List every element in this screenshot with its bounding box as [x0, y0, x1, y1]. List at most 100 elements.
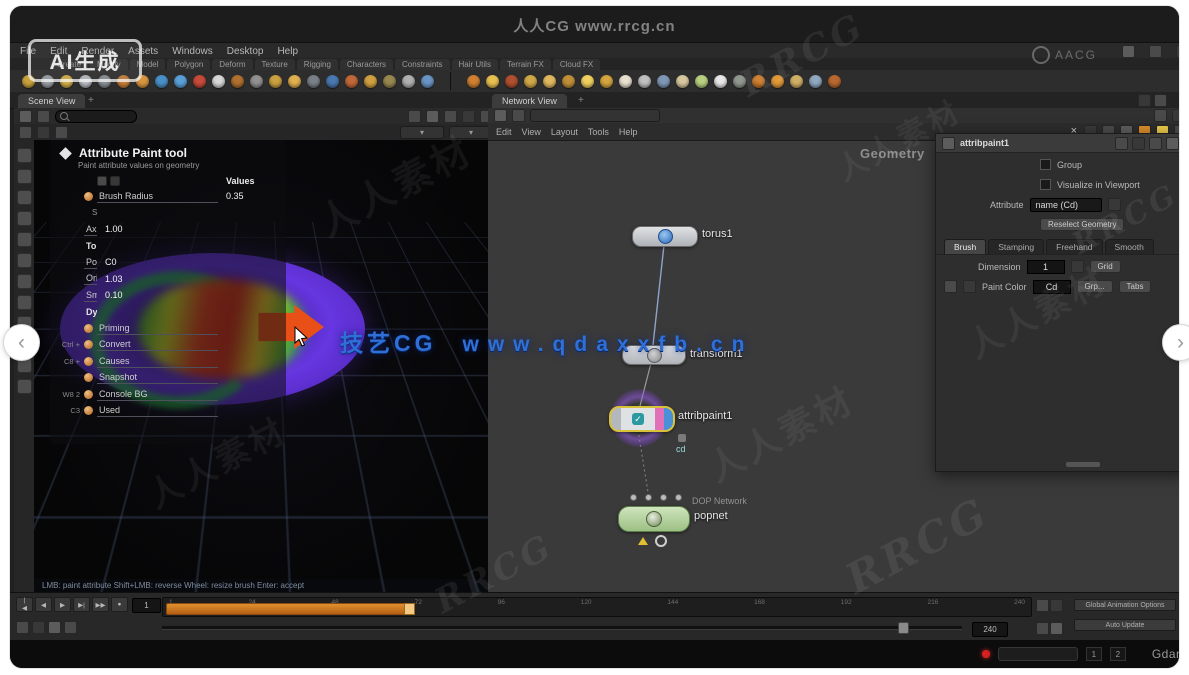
shelf-tool-icon[interactable]: [421, 75, 434, 88]
parameter-value[interactable]: 1.00: [97, 224, 218, 234]
network-menu-item[interactable]: Tools: [588, 127, 609, 137]
parameter-tab[interactable]: Brush: [944, 239, 986, 254]
transport-button[interactable]: |◀: [16, 597, 33, 612]
menu-item[interactable]: Windows: [172, 46, 213, 57]
panel-scrollbar[interactable]: [1066, 462, 1100, 467]
ladder-icon[interactable]: [944, 280, 957, 293]
shelf-tool-icon[interactable]: [193, 75, 206, 88]
pin-icon[interactable]: [1154, 109, 1167, 122]
parameter-value[interactable]: 0.10: [97, 290, 218, 300]
shelf-tool-icon[interactable]: [345, 75, 358, 88]
take-menu[interactable]: ▾: [449, 126, 488, 139]
refresh-icon[interactable]: [1115, 137, 1128, 150]
group-checkbox[interactable]: [1040, 159, 1051, 170]
view-menu-icon[interactable]: [19, 110, 32, 123]
menu-item[interactable]: Help: [277, 46, 298, 57]
node-torus1[interactable]: [632, 226, 698, 247]
hud-mode-icon[interactable]: [97, 176, 107, 186]
display-flag[interactable]: [655, 408, 664, 430]
shelf-tool-icon[interactable]: [657, 75, 670, 88]
node-label-attribpaint1[interactable]: attribpaint1: [678, 410, 732, 422]
shelf-tool-icon[interactable]: [383, 75, 396, 88]
chevron-down-icon[interactable]: [1108, 198, 1121, 211]
view-tool-icon[interactable]: [17, 274, 32, 289]
shading-icon[interactable]: [444, 110, 457, 123]
parameter-value[interactable]: C0: [97, 257, 218, 267]
new-pane-tab-button[interactable]: +: [578, 95, 584, 106]
template-flag[interactable]: [611, 408, 621, 430]
node-transform1[interactable]: [622, 345, 686, 365]
network-menu-item[interactable]: Edit: [496, 127, 512, 137]
global-anim-options-button[interactable]: Global Animation Options: [1074, 599, 1176, 611]
menu-item[interactable]: Desktop: [227, 46, 264, 57]
node-label-popnet[interactable]: popnet: [694, 510, 728, 522]
shelf-tab[interactable]: Characters: [340, 59, 393, 70]
reselect-button[interactable]: Reselect Geometry: [1040, 218, 1124, 231]
hud-parameter-row[interactable]: C8 + Causes: [58, 353, 278, 370]
shelf-tab[interactable]: Texture: [255, 59, 295, 70]
dimension-field[interactable]: 1: [1027, 260, 1065, 274]
parameter-tab[interactable]: Smooth: [1105, 239, 1154, 254]
shelf-tool-icon[interactable]: [714, 75, 727, 88]
shelf-tool-icon[interactable]: [250, 75, 263, 88]
hud-parameter-row[interactable]: Smoothness (UV) 0.10: [58, 287, 278, 304]
shelf-tool-icon[interactable]: [174, 75, 187, 88]
shelf-tab[interactable]: Deform: [212, 59, 252, 70]
status-field-1[interactable]: 1: [1086, 647, 1102, 661]
tab-scene-view[interactable]: Scene View: [18, 94, 85, 108]
handles-tool-icon[interactable]: [17, 253, 32, 268]
hud-parameter-row[interactable]: Swirl (Brush key): [58, 205, 278, 222]
hud-parameter-row[interactable]: Position C0: [58, 254, 278, 271]
hud-parameter-row[interactable]: C3 Used: [58, 403, 278, 420]
scale-tool-icon[interactable]: [17, 211, 32, 226]
shelf-tool-icon[interactable]: [231, 75, 244, 88]
transport-button[interactable]: ▶|: [73, 597, 90, 612]
secure-selection-icon[interactable]: [37, 126, 50, 139]
shelf-tool-icon[interactable]: [543, 75, 556, 88]
status-field-2[interactable]: 2: [1110, 647, 1126, 661]
timeline-zoom-icon[interactable]: [1036, 599, 1049, 612]
visualize-checkbox[interactable]: [1040, 179, 1051, 190]
tab-network-view[interactable]: Network View: [492, 94, 567, 108]
menubar-icon[interactable]: [1176, 45, 1179, 58]
grid-menu-icon[interactable]: [37, 110, 50, 123]
hud-parameter-row[interactable]: Tone / Orbit: [58, 238, 278, 255]
range-end-handle[interactable]: [404, 603, 415, 615]
network-menu-item[interactable]: Layout: [551, 127, 578, 137]
slider-handle[interactable]: [898, 622, 909, 634]
translate-tool-icon[interactable]: [17, 169, 32, 184]
grp-button[interactable]: Grp...: [1077, 280, 1113, 293]
nav-forward-icon[interactable]: [512, 109, 525, 122]
shelf-tool-icon[interactable]: [486, 75, 499, 88]
hud-parameter-row[interactable]: Axial Density 1.00: [58, 221, 278, 238]
shelf-tool-icon[interactable]: [752, 75, 765, 88]
transport-button[interactable]: ▶▶: [92, 597, 109, 612]
shelf-tool-icon[interactable]: [676, 75, 689, 88]
keyframe-icon[interactable]: [963, 280, 976, 293]
shelf-tool-icon[interactable]: [505, 75, 518, 88]
range-lock-icon[interactable]: [1036, 622, 1049, 635]
shelf-tool-icon[interactable]: [364, 75, 377, 88]
timeline-track[interactable]: 124487296120144168192216240: [162, 597, 1032, 617]
parameter-tab[interactable]: Stamping: [988, 239, 1044, 254]
timeline-options-icon[interactable]: [1050, 599, 1063, 612]
shelf-tool-icon[interactable]: [326, 75, 339, 88]
pane-menu-icon[interactable]: [1138, 94, 1151, 107]
node-info-icon[interactable]: [678, 434, 686, 442]
shelf-tool-icon[interactable]: [402, 75, 415, 88]
new-pane-tab-button[interactable]: +: [88, 95, 94, 106]
playback-range-bar[interactable]: [166, 603, 415, 615]
shelf-tool-icon[interactable]: [695, 75, 708, 88]
shelf-tool-icon[interactable]: [524, 75, 537, 88]
pane-split-icon[interactable]: [1154, 94, 1167, 107]
display-options-icon[interactable]: [462, 110, 475, 123]
shelf-tool-icon[interactable]: [212, 75, 225, 88]
shelf-tool-icon[interactable]: [600, 75, 613, 88]
range-menu-icon[interactable]: [1050, 622, 1063, 635]
shelf-tab[interactable]: Terrain FX: [500, 59, 551, 70]
transport-button[interactable]: ●: [111, 597, 128, 612]
current-frame-field[interactable]: 1: [132, 598, 161, 613]
shelf-tool-icon[interactable]: [581, 75, 594, 88]
hud-parameter-row[interactable]: Orientation (N) 1.03: [58, 271, 278, 288]
audio-icon[interactable]: [64, 621, 77, 634]
